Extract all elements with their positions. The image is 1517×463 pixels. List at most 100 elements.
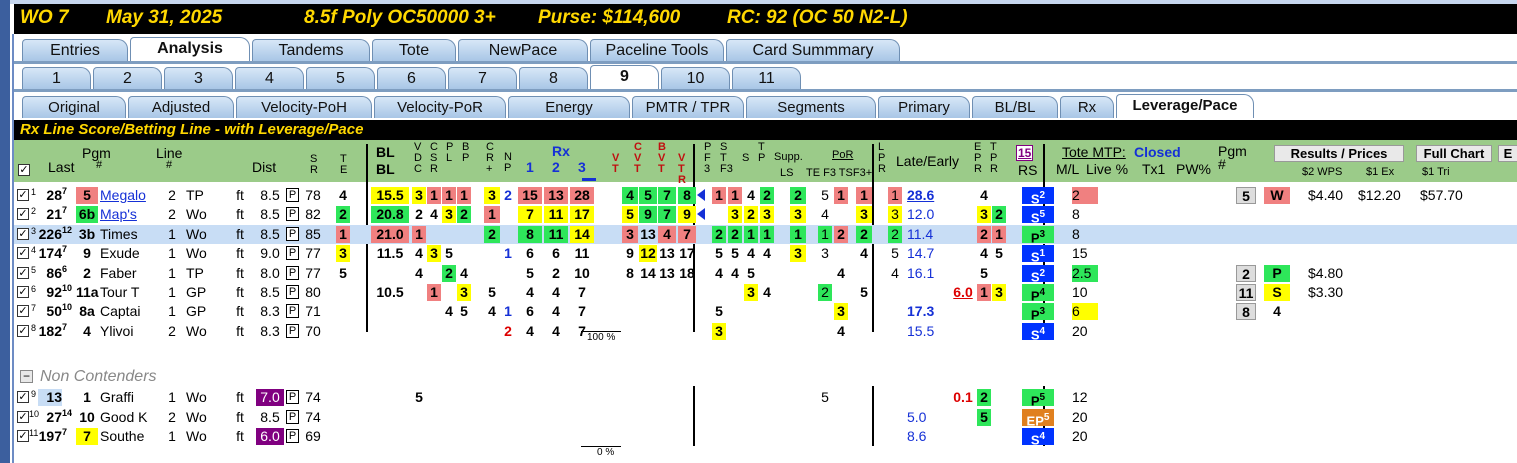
tab-race-5[interactable]: 5 <box>306 67 375 89</box>
tab-view-1[interactable]: Adjusted <box>128 96 234 118</box>
surface: ft <box>236 284 244 300</box>
tab-analysis[interactable]: Analysis <box>130 37 250 61</box>
horse-name[interactable]: Ylivoi <box>100 323 162 340</box>
table-row[interactable]: ✓ 1 28 7 5 Megalo 2 TP ft 8.5 P 78 4 15.5 3 1 1 1 3 2 15 13 28… <box>14 186 1517 206</box>
cell-v1: 4 <box>622 187 638 204</box>
hdr-epr: E P R <box>974 141 982 175</box>
row-checkbox[interactable]: ✓ <box>17 286 29 298</box>
select-all-checkbox[interactable]: ✓ <box>18 164 30 176</box>
table-row[interactable]: ✓ 10 27 14 10 Good K 2 Wo ft 8.5 P 74 5.0 5 20 EP5 <box>14 407 1517 428</box>
tab-view-6[interactable]: Segments <box>746 96 876 118</box>
cell-p2: 5 <box>731 245 739 262</box>
horse-name[interactable]: Tour T <box>100 284 162 301</box>
result-program[interactable]: 2 <box>1236 264 1256 282</box>
table-row[interactable]: ✓ 4 174 7 9 Exude 1 Wo ft 9.0 P 77 3 11.5 4 3 5 1 6 6 11 9 12 1… <box>14 244 1517 265</box>
horse-name[interactable]: Times <box>100 226 162 243</box>
track-code: Wo <box>186 225 207 242</box>
tab-card-summary[interactable]: Card Summmary <box>726 39 900 61</box>
result-program[interactable]: 11 <box>1236 284 1256 301</box>
table-row[interactable]: ✓ 5 86 6 2 Faber 1 TP ft 8.0 P 77 5 4 2 4 5 2 10 8 14 13 18 4 4 5… <box>14 264 1517 284</box>
tab-newpace[interactable]: NewPace <box>458 39 588 61</box>
hdr-rs-count[interactable]: 15 <box>1016 145 1034 161</box>
tab-race-3[interactable]: 3 <box>164 67 233 89</box>
horse-name[interactable]: Captai <box>100 303 162 320</box>
row-checkbox[interactable]: ✓ <box>17 324 29 337</box>
cell-ep: 5 <box>977 408 991 426</box>
cell-rx2: 11 <box>544 225 568 243</box>
cell-v2: 12 <box>639 245 657 263</box>
horse-name[interactable]: Megalo <box>100 187 162 204</box>
row-checkbox[interactable]: ✓ <box>17 430 29 442</box>
poly-surface-icon: P <box>286 207 299 222</box>
tab-race-8[interactable]: 8 <box>519 67 588 89</box>
horse-name[interactable]: Faber <box>100 265 162 282</box>
cell-f: 1 <box>504 245 512 262</box>
tab-view-2[interactable]: Velocity-PoH <box>236 96 372 118</box>
tab-race-7[interactable]: 7 <box>448 67 517 89</box>
tab-race-10[interactable]: 10 <box>661 67 730 89</box>
cell-v3: 7 <box>658 206 676 224</box>
row-checkbox[interactable]: ✓ <box>17 391 29 403</box>
table-row[interactable]: ✓ 11 197 7 7 Southe 1 Wo ft 6.0 P 69 8.6 20 S4 <box>14 427 1517 447</box>
table-row[interactable]: ✓ 3 226 12 3b Times 1 Wo ft 8.5 P 85 1 21.0 1 2 8 11 14 3 13… <box>14 224 1517 245</box>
table-row[interactable]: ✓ 8 182 7 4 Ylivoi 2 Wo ft 8.3 P 70 2 4 4 7 3 4 15.5 20 S4 <box>14 322 1517 342</box>
tab-view-4[interactable]: Energy <box>508 96 630 118</box>
tab-paceline-tools[interactable]: Paceline Tools <box>590 39 724 61</box>
tab-race-1[interactable]: 1 <box>22 67 91 89</box>
extra-button[interactable]: E <box>1498 145 1517 162</box>
distance: 8.5 <box>260 284 280 300</box>
tab-race-6[interactable]: 6 <box>377 67 446 89</box>
results-prices-button[interactable]: Results / Prices <box>1274 145 1404 162</box>
cell-late: 8.6 <box>907 428 927 444</box>
tab-view-3[interactable]: Velocity-PoR <box>374 96 506 118</box>
row-number: 4 <box>30 245 36 256</box>
tab-race-2[interactable]: 2 <box>93 67 162 89</box>
cell-ep: 2 <box>977 225 991 243</box>
last-days-sup: 14 <box>62 407 73 418</box>
tab-entries[interactable]: Entries <box>22 39 128 61</box>
cell-lp: 1 <box>888 187 902 204</box>
row-checkbox[interactable]: ✓ <box>17 247 29 260</box>
horse-name[interactable]: Exude <box>100 245 162 262</box>
collapse-toggle[interactable]: − <box>20 370 33 383</box>
row-checkbox[interactable]: ✓ <box>17 227 29 240</box>
tab-race-4[interactable]: 4 <box>235 67 304 89</box>
tab-view-9[interactable]: Rx <box>1060 96 1114 118</box>
poly-surface-icon: P <box>286 285 299 299</box>
result-program[interactable]: 5 <box>1236 187 1256 204</box>
tab-tote[interactable]: Tote <box>372 39 456 61</box>
program-number: 10 <box>79 408 95 425</box>
tab-race-11[interactable]: 11 <box>732 67 801 89</box>
tab-view-0[interactable]: Original <box>22 96 126 118</box>
result-program[interactable]: 8 <box>1236 303 1256 321</box>
tab-tandems[interactable]: Tandems <box>252 39 370 61</box>
row-checkbox[interactable]: ✓ <box>17 266 29 279</box>
table-row[interactable]: ✓ 9 13 1 Graffi 1 Wo ft 7.0 P 74 5 5 0.1 2 12 P5 <box>14 388 1517 408</box>
cell-lp: 3 <box>888 206 902 224</box>
table-row[interactable]: ✓ 6 92 10 11a Tour T 1 GP ft 8.5 P 80 10.5 1 3 5 4 4 7 3 4 2 5… <box>14 283 1517 303</box>
line-number: 1 <box>168 303 176 320</box>
tab-view-5[interactable]: PMTR / TPR <box>632 96 744 118</box>
row-checkbox[interactable]: ✓ <box>17 189 29 201</box>
distance: 8.3 <box>260 322 280 339</box>
row-checkbox[interactable]: ✓ <box>17 410 29 423</box>
track-code: Wo <box>186 408 207 425</box>
tab-race-9[interactable]: 9 <box>590 65 659 89</box>
table-row[interactable]: ✓ 7 50 10 8a Captai 1 GP ft 8.3 P 71 4 5 4 1 6 4 7 5 3 17.3 6 P… <box>14 302 1517 323</box>
horse-name[interactable]: Southe <box>100 428 162 445</box>
tab-view-8[interactable]: BL/BL <box>972 96 1058 118</box>
program-number: 3b <box>78 225 96 242</box>
horse-name[interactable]: Good K <box>100 409 162 426</box>
te-value <box>336 428 350 445</box>
tab-view-7[interactable]: Primary <box>878 96 970 118</box>
horse-name[interactable]: Graffi <box>100 389 162 406</box>
tab-view-10[interactable]: Leverage/Pace <box>1116 94 1254 118</box>
table-row[interactable]: ✓ 2 21 7 6b Map's 2 Wo ft 8.5 P 82 2 20.8 2 4 3 2 1 7 11 17 5 9… <box>14 205 1517 226</box>
surface: ft <box>236 322 244 339</box>
speed-rating: 85 <box>305 225 321 242</box>
race-purse: Purse: $114,600 <box>538 7 681 28</box>
row-checkbox[interactable]: ✓ <box>17 208 29 221</box>
row-checkbox[interactable]: ✓ <box>17 305 29 318</box>
full-chart-button[interactable]: Full Chart <box>1416 145 1492 162</box>
horse-name[interactable]: Map's <box>100 206 162 223</box>
